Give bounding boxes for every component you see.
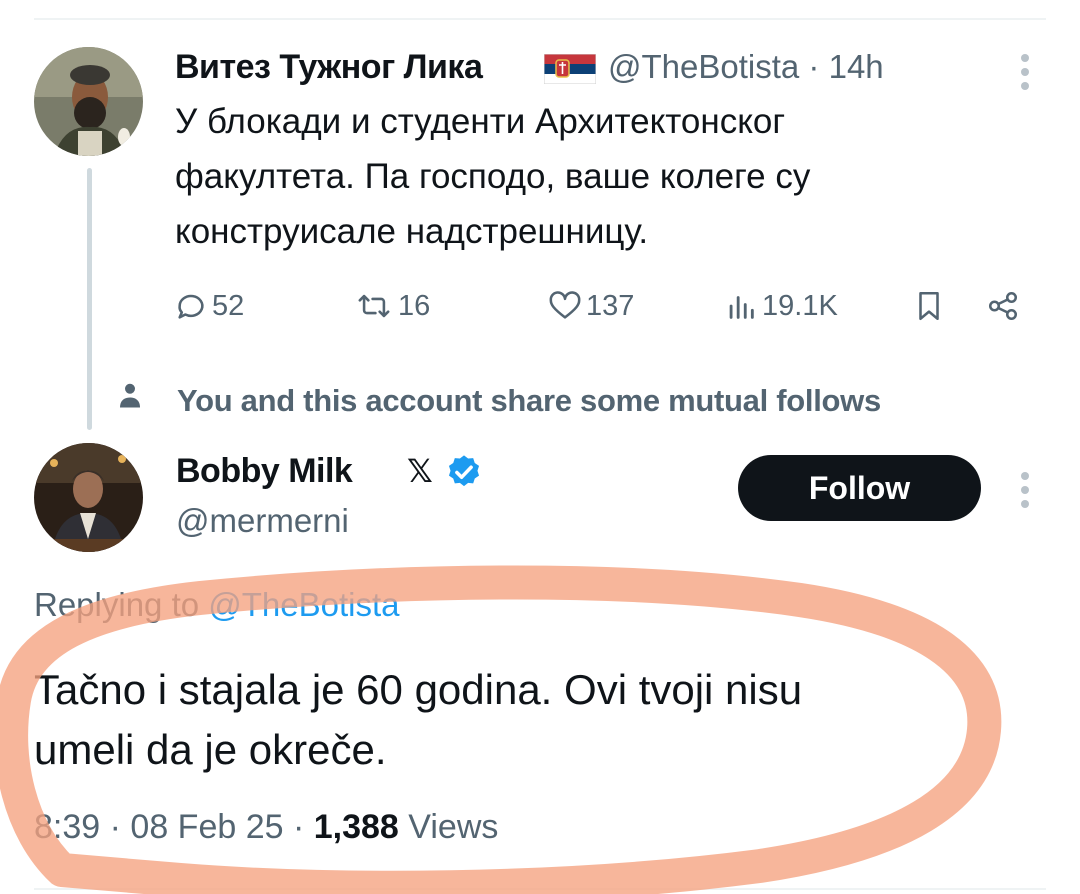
repost-count: 16	[398, 289, 431, 322]
reply-text: Tačno i stajala je 60 godina. Ovi tvoji …	[34, 666, 803, 773]
author-handle[interactable]: @TheBotista	[608, 48, 799, 85]
views-chart-icon	[729, 296, 754, 319]
serbia-flag-icon	[544, 54, 596, 84]
reply-author-display-name[interactable]: Bobby Milk	[176, 452, 353, 491]
like-count: 137	[586, 289, 635, 322]
replying-to-handle-link[interactable]: @TheBotista	[208, 586, 399, 623]
reply-more-options-icon[interactable]	[1021, 472, 1031, 514]
share-button[interactable]	[986, 284, 1020, 328]
follow-button[interactable]: Follow	[738, 455, 981, 521]
reply-count: 52	[212, 289, 245, 322]
views-button[interactable]: 19.1K	[724, 284, 838, 328]
views-count: 19.1K	[762, 289, 838, 322]
reply-date[interactable]: 08 Feb 25	[130, 808, 283, 846]
meta-separator: ·	[808, 48, 820, 85]
like-button[interactable]: 137	[548, 284, 634, 328]
heart-icon	[549, 291, 581, 319]
bookmark-button[interactable]	[912, 284, 946, 328]
reply-views-count: 1,388	[313, 808, 399, 846]
reply-time[interactable]: 8:39	[34, 808, 100, 846]
tweet-text: У блокади и студенти Архитектонског факу…	[175, 102, 811, 251]
verified-badge-icon	[448, 455, 480, 487]
replying-to: Replying to @TheBotista	[34, 586, 400, 623]
reply-views-label: Views	[398, 808, 499, 846]
tweet-age[interactable]: 14h	[829, 48, 884, 85]
repost-icon	[358, 294, 390, 318]
reply-icon	[178, 294, 204, 319]
x-badge-icon: 𝕏	[407, 452, 433, 490]
bookmark-icon	[919, 291, 939, 321]
thread-line	[87, 168, 92, 430]
share-icon	[988, 291, 1018, 321]
reply-author-handle[interactable]: @mermerni	[176, 502, 349, 540]
author-avatar[interactable]	[34, 47, 143, 156]
more-options-icon[interactable]	[1021, 54, 1031, 96]
social-context-text: You and this account share some mutual f…	[177, 383, 881, 418]
top-divider	[34, 18, 1046, 20]
bottom-divider	[34, 888, 1046, 890]
person-icon	[120, 383, 140, 408]
reply-author-avatar[interactable]	[34, 443, 143, 552]
social-context: You and this account share some mutual f…	[115, 380, 881, 418]
reply-button[interactable]: 52	[174, 284, 244, 328]
author-display-name[interactable]: Витез Тужног Лика	[175, 48, 483, 87]
repost-button[interactable]: 16	[354, 284, 430, 328]
reply-footer: 8:39 · 08 Feb 25 · 1,388 Views	[34, 808, 499, 846]
